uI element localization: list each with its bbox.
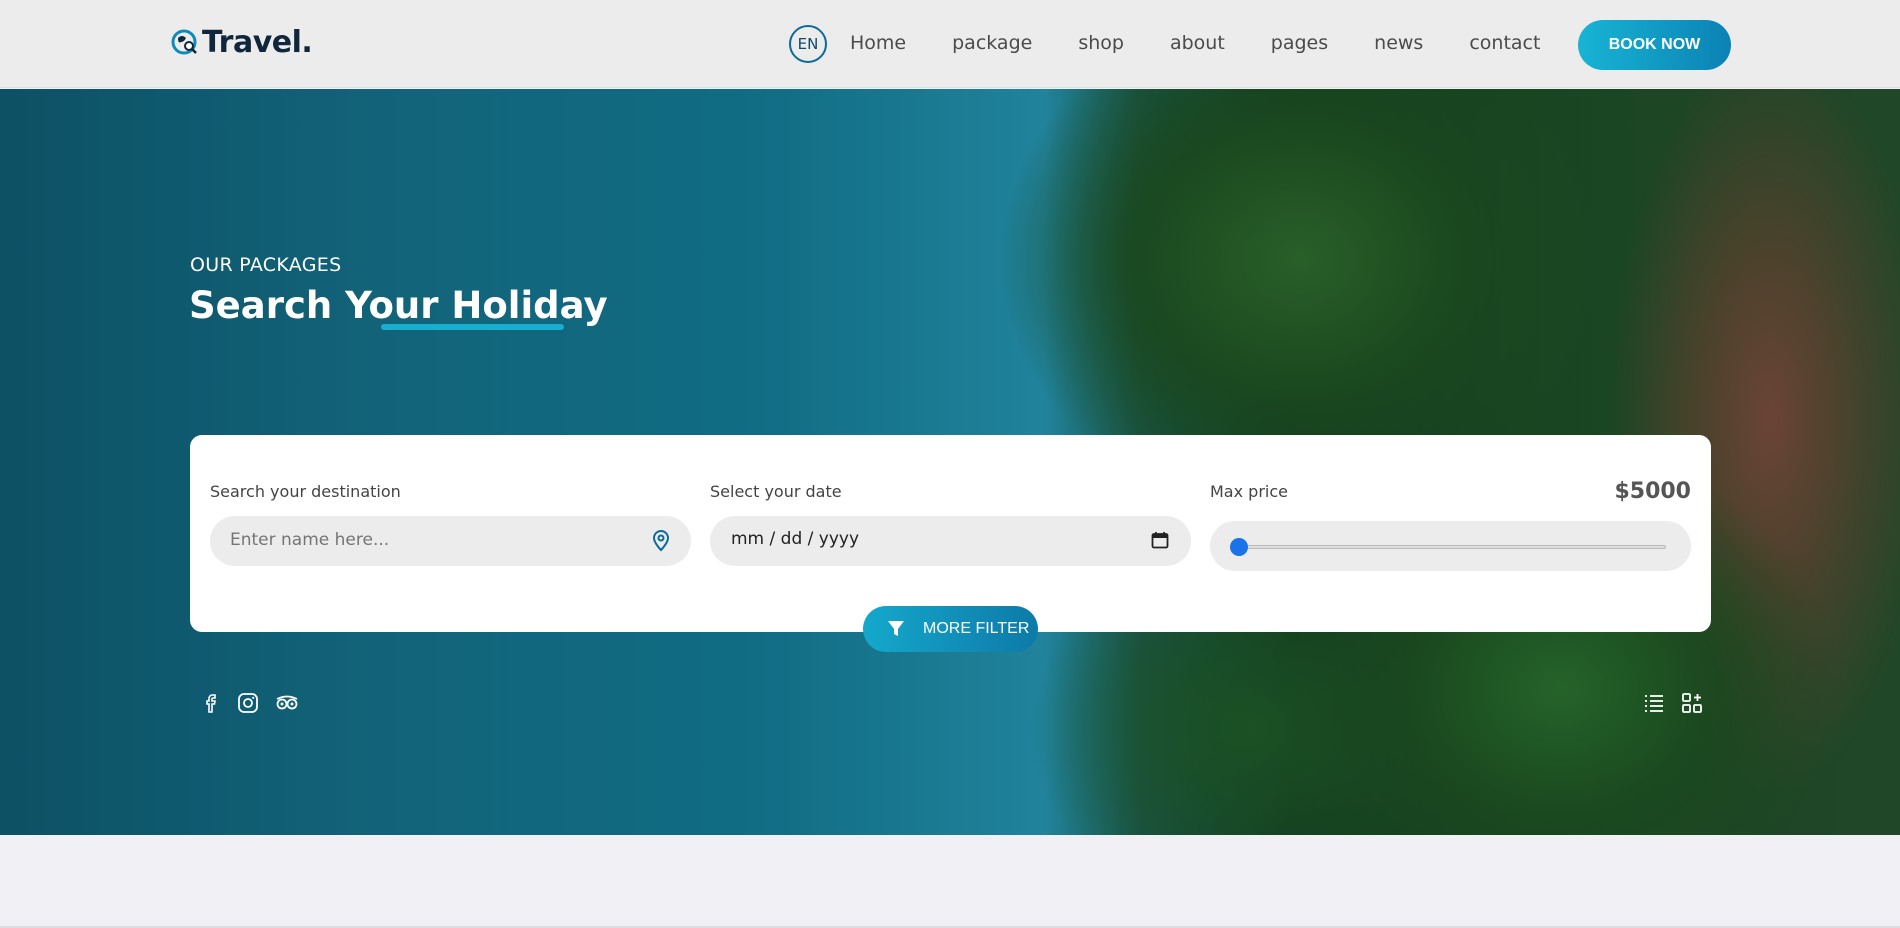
list-view-icon[interactable] [1642, 691, 1666, 715]
nav-pages[interactable]: pages [1271, 32, 1328, 54]
language-selector[interactable]: EN [789, 25, 827, 63]
search-card: Search your destination Select your date… [190, 435, 1711, 632]
hero-headline: Search Your Holiday [189, 284, 608, 327]
nav-home[interactable]: Home [850, 32, 906, 54]
globe-search-icon [171, 29, 197, 54]
below-hero-area [0, 835, 1900, 928]
date-input-value[interactable]: mm / dd / yyyy [731, 529, 859, 549]
max-price-label: Max price [1210, 482, 1288, 501]
hero-section: OUR PACKAGES Search Your Holiday Search … [0, 89, 1900, 835]
logo[interactable]: Travel. [170, 25, 313, 60]
tripadvisor-icon[interactable] [274, 691, 298, 715]
more-filter-button[interactable]: MORE FILTER [863, 606, 1038, 652]
destination-input[interactable] [230, 530, 630, 550]
max-price-value: $5000 [1614, 479, 1691, 504]
view-toggle [1642, 691, 1704, 715]
price-slider-track[interactable] [1238, 545, 1666, 549]
date-field[interactable]: mm / dd / yyyy [710, 516, 1191, 566]
logo-text: Travel. [202, 25, 313, 60]
price-slider-field [1210, 521, 1691, 571]
nav-package[interactable]: package [952, 32, 1032, 54]
facebook-icon[interactable] [198, 691, 222, 715]
destination-field[interactable] [210, 516, 691, 566]
instagram-icon[interactable] [236, 691, 260, 715]
filter-icon [888, 621, 904, 636]
hero-content: OUR PACKAGES Search Your Holiday Search … [0, 89, 1900, 835]
nav-contact[interactable]: contact [1469, 32, 1540, 54]
site-header: Travel. EN Home package shop about pages… [0, 0, 1900, 88]
hero-kicker: OUR PACKAGES [190, 254, 342, 276]
book-now-button[interactable]: BOOK NOW [1578, 20, 1731, 70]
date-label: Select your date [710, 482, 842, 501]
social-links [198, 691, 298, 715]
nav-news[interactable]: news [1374, 32, 1423, 54]
calendar-icon[interactable] [1151, 531, 1169, 549]
location-pin-icon [652, 530, 670, 552]
price-slider-thumb[interactable] [1230, 538, 1248, 556]
nav-about[interactable]: about [1170, 32, 1225, 54]
destination-label: Search your destination [210, 482, 401, 501]
headline-underline [381, 324, 564, 330]
grid-view-icon[interactable] [1680, 691, 1704, 715]
main-nav: Home package shop about pages news conta… [850, 32, 1540, 54]
more-filter-label: MORE FILTER [923, 620, 1030, 637]
nav-shop[interactable]: shop [1078, 32, 1124, 54]
